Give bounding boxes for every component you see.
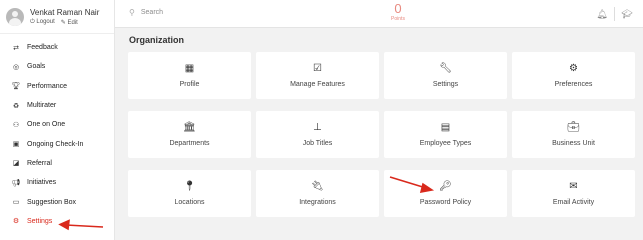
card-integrations[interactable]: 🔌︎ Integrations — [256, 170, 379, 217]
card-job-titles[interactable]: ⊥ Job Titles — [256, 111, 379, 158]
checkbox-icon: ☑ — [313, 63, 322, 74]
sidebar: Venkat Raman Nair ⏻ Logout ✎ Edit ⇄ Feedb… — [0, 0, 115, 240]
gears-icon: ⚙ — [569, 63, 578, 74]
card-business-unit[interactable]: 💼︎ Business Unit — [512, 111, 635, 158]
edit-link[interactable]: ✎ Edit — [61, 19, 78, 26]
power-icon: ⏻ — [30, 18, 35, 25]
card-departments[interactable]: 🏛︎ Departments — [128, 111, 251, 158]
calendar-check-icon: ▣ — [12, 141, 20, 149]
sidebar-item-multirater[interactable]: ♻ Multirater — [0, 96, 114, 115]
sidebar-item-initiatives[interactable]: 📢︎ Initiatives — [0, 173, 114, 192]
wrench-icon: 🔧︎ — [439, 63, 452, 74]
profile-name: Venkat Raman Nair — [30, 7, 100, 17]
card-employee-types[interactable]: ▤ Employee Types — [384, 111, 507, 158]
card-settings[interactable]: 🔧︎ Settings — [384, 52, 507, 99]
plug-icon: 🔌︎ — [311, 181, 324, 192]
search-icon: ⚲ — [129, 8, 135, 17]
graduation-cap-icon[interactable]: 🎓︎ — [619, 9, 635, 20]
divider — [614, 7, 615, 21]
card-preferences[interactable]: ⚙ Preferences — [512, 52, 635, 99]
sidebar-item-referral[interactable]: ◪ Referral — [0, 154, 114, 173]
institution-icon: 🏛︎ — [183, 122, 196, 133]
envelope-icon: ✉ — [569, 181, 578, 192]
map-marker-icon: 📍︎ — [183, 181, 196, 192]
arrows-exchange-icon: ⇄ — [13, 44, 19, 52]
pencil-icon: ✎ — [60, 19, 66, 26]
section-title: Organization — [129, 35, 185, 45]
sidebar-item-suggestion-box[interactable]: ▭ Suggestion Box — [0, 192, 114, 211]
sidebar-item-settings[interactable]: ⚙ Settings — [0, 212, 114, 231]
target-icon: ◎ — [12, 63, 20, 71]
search-box[interactable]: ⚲ Search — [129, 8, 163, 17]
people-icon: ⚇ — [12, 121, 20, 129]
card-manage-features[interactable]: ☑ Manage Features — [256, 52, 379, 99]
trophy-icon: 🏆︎ — [11, 83, 21, 91]
card-profile[interactable]: ▦ Profile — [128, 52, 251, 99]
sidebar-item-goals[interactable]: ◎ Goals — [0, 57, 114, 76]
card-email-activity[interactable]: ✉ Email Activity — [512, 170, 635, 217]
top-bar: ⚲ Search 0 Points 🔔︎ 🎓︎ — [115, 0, 643, 28]
key-icon: 🔑︎ — [439, 181, 452, 192]
sidebar-nav: ⇄ Feedback ◎ Goals 🏆︎ Performance ♻ Multirat… — [0, 38, 114, 231]
id-card-icon: ▤ — [440, 122, 451, 133]
card-password-policy[interactable]: 🔑︎ Password Policy — [384, 170, 507, 217]
profile-header: Venkat Raman Nair ⏻ Logout ✎ Edit — [0, 0, 114, 34]
organization-grid: ▦ Profile ☑ Manage Features 🔧︎ Settings ⚙ Pr… — [128, 52, 635, 217]
briefcase-icon: 💼︎ — [567, 122, 580, 133]
sidebar-item-feedback[interactable]: ⇄ Feedback — [0, 38, 114, 57]
points-label: Points — [391, 16, 405, 22]
points-value: 0 — [394, 1, 402, 16]
laptop-icon: ▭ — [12, 199, 20, 207]
card-locations[interactable]: 📍︎ Locations — [128, 170, 251, 217]
gear-icon: ⚙ — [12, 218, 20, 226]
sidebar-item-ongoing-check-in[interactable]: ▣ Ongoing Check-In — [0, 134, 114, 153]
sitemap-icon: ⊥ — [313, 122, 322, 133]
bell-icon[interactable]: 🔔︎ — [594, 9, 610, 20]
logout-link[interactable]: ⏻ Logout — [30, 19, 55, 26]
avatar[interactable] — [6, 7, 24, 26]
referral-icon: ◪ — [12, 160, 20, 168]
sidebar-item-one-on-one[interactable]: ⚇ One on One — [0, 115, 114, 134]
recycle-icon: ♻ — [12, 102, 20, 110]
building-icon: ▦ — [184, 63, 195, 74]
megaphone-icon: 📢︎ — [11, 179, 21, 187]
points-counter: 0 Points — [378, 1, 418, 23]
sidebar-item-performance[interactable]: 🏆︎ Performance — [0, 77, 114, 96]
search-input[interactable]: Search — [141, 9, 163, 16]
